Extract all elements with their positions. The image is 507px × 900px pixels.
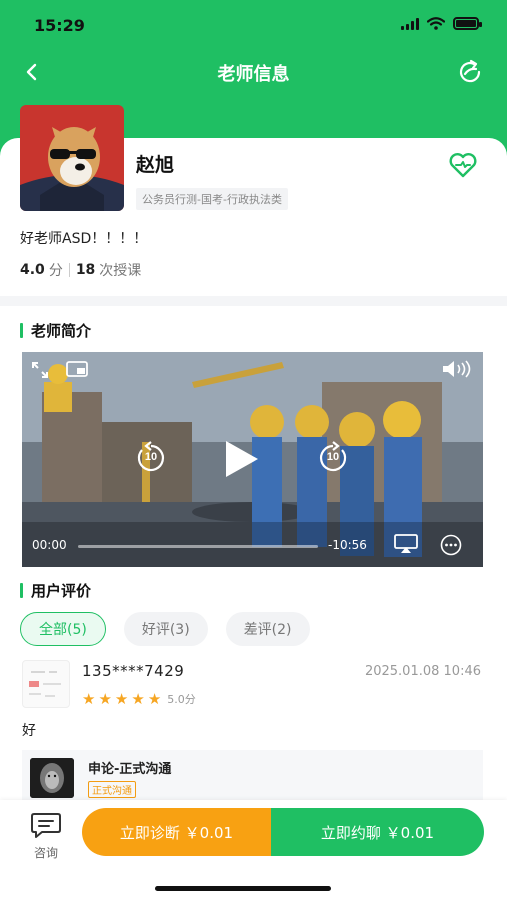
rating-value: 4.0 [20, 262, 45, 278]
video-time-current: 00:00 [32, 538, 67, 552]
airplay-icon[interactable] [394, 534, 418, 554]
consult-button[interactable]: 咨询 [26, 812, 66, 861]
star-icon: ★ [131, 690, 145, 708]
status-icons [401, 17, 482, 30]
review-filter-tabs: 全部(5) 好评(3) 差评(2) [20, 612, 310, 646]
skip-forward-button[interactable]: 10 [316, 441, 350, 475]
signal-icon [401, 17, 419, 30]
chat-now-button[interactable]: 立即约聊 ￥0.01 [271, 808, 484, 856]
video-progress-bar[interactable] [78, 545, 318, 548]
lessons-count: 18 [75, 262, 96, 278]
reviews-section-title-text: 用户评价 [31, 582, 92, 600]
tab-good-reviews[interactable]: 好评(3) [123, 612, 208, 646]
star-icon: ★ [114, 690, 129, 708]
wifi-icon [427, 17, 445, 30]
intro-section-title: 老师简介 [20, 320, 91, 341]
fullscreen-icon[interactable] [30, 360, 50, 380]
intro-video-player[interactable]: 10 10 00:00 -10:56 [22, 352, 483, 567]
volume-icon[interactable] [441, 360, 473, 378]
intro-section-title-text: 老师简介 [31, 322, 92, 340]
battery-icon [453, 17, 482, 30]
category-tag: 公务员行测-国考-行政执法类 [136, 188, 288, 210]
pip-icon[interactable] [66, 360, 88, 378]
status-bar: 15:29 [0, 0, 507, 50]
star-icon: ★ [98, 690, 112, 708]
lessons-unit: 次授课 [99, 263, 142, 279]
page-title: 老师信息 [217, 64, 290, 85]
review-time: 2025.01.08 10:46 [364, 664, 481, 679]
review-text: 好 [22, 723, 36, 739]
stats-divider [68, 263, 70, 277]
teacher-avatar [20, 105, 124, 211]
nav-bar: 老师信息 [0, 50, 507, 94]
rating-unit: 分 [48, 263, 63, 279]
skip-back-seconds: 10 [144, 451, 158, 463]
star-icon: ★ [147, 690, 162, 708]
more-options-icon[interactable] [440, 534, 462, 556]
course-tag: 正式沟通 [88, 781, 136, 798]
course-name: 申论-正式沟通 [88, 762, 172, 777]
chat-bubble-icon [31, 813, 61, 838]
status-time: 15:29 [34, 16, 85, 35]
skip-forward-seconds: 10 [326, 451, 340, 463]
skip-back-button[interactable]: 10 [134, 441, 168, 475]
tab-bad-reviews[interactable]: 差评(2) [225, 612, 310, 646]
play-icon[interactable] [220, 438, 262, 480]
favorite-heart-icon[interactable] [447, 150, 479, 180]
course-thumbnail [30, 758, 74, 798]
reviewed-course-card[interactable]: 申论-正式沟通 正式沟通 [22, 750, 483, 800]
teacher-name: 赵旭 [136, 154, 175, 176]
tab-all-reviews[interactable]: 全部(5) [20, 612, 106, 646]
home-indicator [155, 886, 331, 891]
star-icon: ★ [82, 690, 96, 708]
teacher-bio: 好老师ASD！！！！ [20, 231, 148, 247]
consult-label: 咨询 [33, 846, 58, 860]
reviews-section-title: 用户评价 [20, 580, 91, 601]
review-stars: ★ ★ ★ ★ ★ 5.0分 [82, 690, 196, 708]
reviewer-name: 135****7429 [82, 662, 185, 680]
teacher-stats: 4.0 分 18 次授课 [20, 260, 141, 280]
purchase-button-group: 立即诊断 ￥0.01 立即约聊 ￥0.01 [82, 808, 484, 856]
video-time-remaining: -10:56 [328, 538, 367, 552]
share-icon[interactable] [455, 57, 485, 87]
diagnose-now-button[interactable]: 立即诊断 ￥0.01 [82, 808, 271, 856]
review-score: 5.0分 [167, 693, 196, 706]
reviewer-avatar [22, 660, 70, 708]
bottom-action-bar: 咨询 立即诊断 ￥0.01 立即约聊 ￥0.01 [0, 800, 507, 900]
